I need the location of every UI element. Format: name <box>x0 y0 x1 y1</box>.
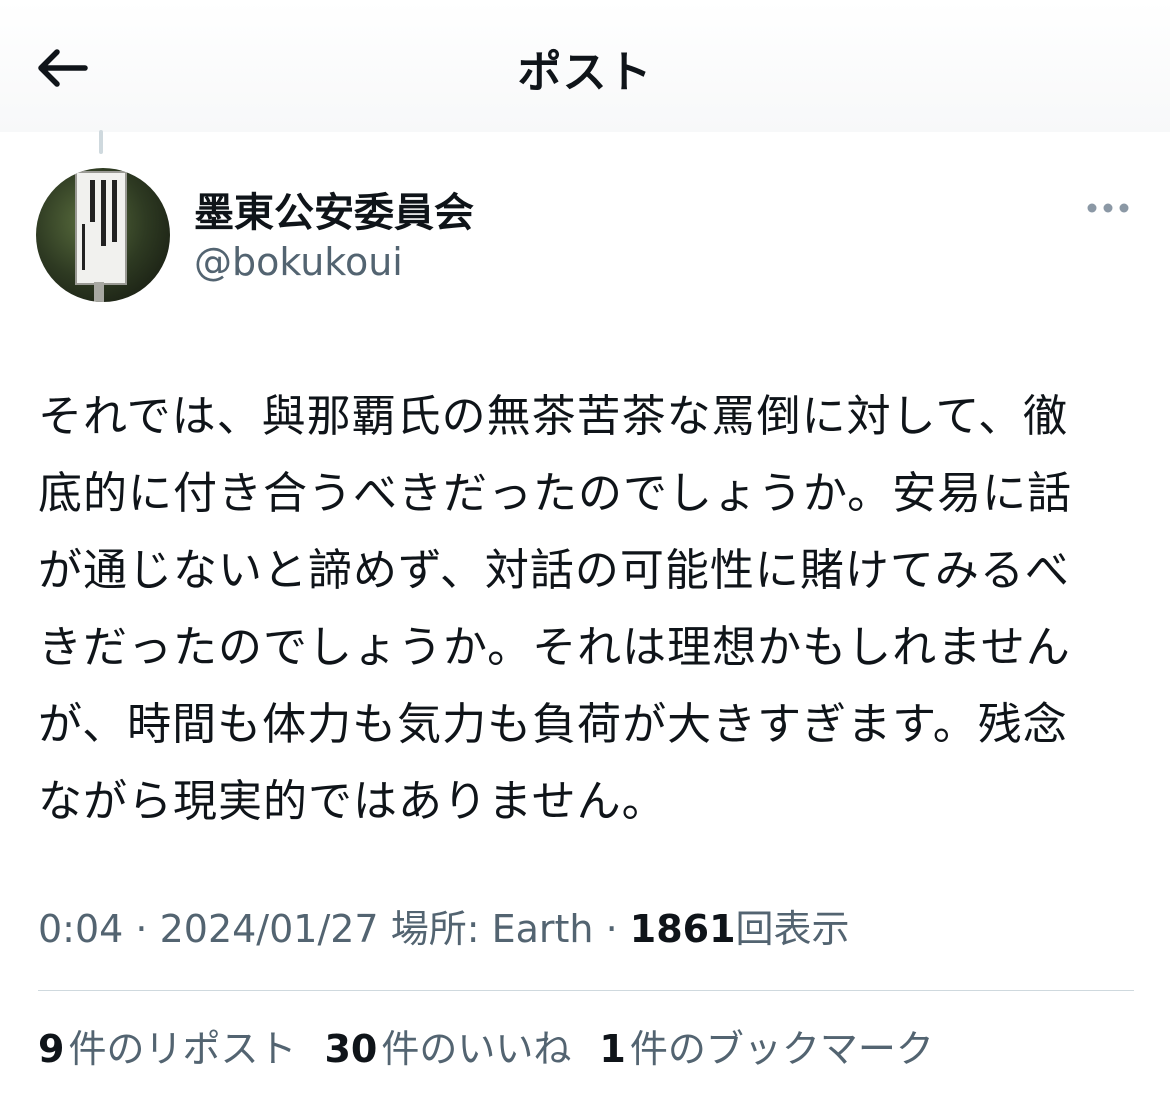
post-text-line: それでは、與那覇氏の無茶苦茶な罵倒に対して、徹 <box>38 391 1069 442</box>
divider <box>38 990 1134 991</box>
sign-photo-avatar <box>36 168 170 302</box>
bookmarks-label: 件のブックマーク <box>629 1027 934 1071</box>
thread-connector-line <box>99 130 103 154</box>
views-count: 1861 <box>629 907 736 951</box>
post-text-line: ながら現実的ではありません。 <box>38 776 667 827</box>
reposts-label: 件のリポスト <box>68 1027 297 1071</box>
likes-stat[interactable]: 30 件のいいね <box>324 1022 571 1076</box>
likes-count: 30 <box>324 1027 378 1071</box>
post-text-line: 底的に付き合うべきだったのでしょうか。安易に話 <box>38 468 1073 519</box>
meta-separator: · <box>123 907 160 951</box>
post-text-line: が、時間も体力も気力も負荷が大きすぎます。残念 <box>38 699 1068 750</box>
avatar[interactable] <box>36 168 170 302</box>
bookmarks-count: 1 <box>599 1027 626 1071</box>
bookmarks-stat[interactable]: 1 件のブックマーク <box>599 1022 933 1076</box>
reposts-count: 9 <box>38 1027 65 1071</box>
meta-separator: · <box>593 907 630 951</box>
top-navigation-bar: ポスト <box>0 0 1170 132</box>
post-text: それでは、與那覇氏の無茶苦茶な罵倒に対して、徹 底的に付き合うべきだったのでしょ… <box>38 378 1138 840</box>
post-location: 場所: Earth <box>378 907 594 951</box>
post-date[interactable]: 2024/01/27 <box>160 907 379 951</box>
post-text-line: が通じないと諦めず、対話の可能性に賭けてみるべ <box>38 545 1070 596</box>
likes-label: 件のいいね <box>381 1027 572 1071</box>
engagement-stats: 9 件のリポスト 30 件のいいね 1 件のブックマーク <box>38 1022 962 1076</box>
more-horizontal-icon <box>1087 203 1129 213</box>
post-text-line: きだったのでしょうか。それは理想かもしれません <box>38 622 1071 673</box>
page-title: ポスト <box>517 47 653 98</box>
reposts-stat[interactable]: 9 件のリポスト <box>38 1022 296 1076</box>
more-options-button[interactable] <box>1080 190 1136 226</box>
views-label: 回表示 <box>735 907 850 951</box>
author-handle[interactable]: @bokukoui <box>194 240 403 284</box>
post-metadata: 0:04 · 2024/01/27 場所: Earth · 1861回表示 <box>38 902 850 956</box>
author-name[interactable]: 墨東公安委員会 <box>194 180 474 238</box>
post-time[interactable]: 0:04 <box>38 907 123 951</box>
